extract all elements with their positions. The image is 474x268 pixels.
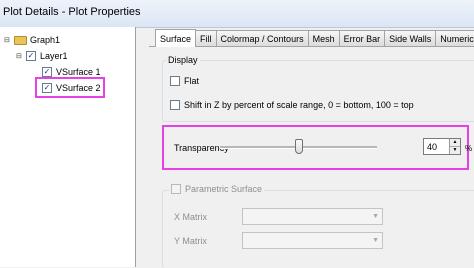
tab-bar: Surface Fill Colormap / Contours Mesh Er… [155,29,474,47]
spinner-buttons[interactable]: ▲ ▼ [449,139,460,154]
folder-icon [14,35,27,45]
spin-up-icon[interactable]: ▲ [450,139,460,147]
parametric-label: Parametric Surface [185,184,263,194]
shift-checkbox[interactable] [170,100,180,110]
shift-option[interactable]: Shift in Z by percent of scale range, 0 … [170,100,414,110]
transparency-value[interactable]: 40 [427,142,437,152]
transparency-spinner[interactable]: 40 ▲ ▼ [423,138,461,155]
window-title: Plot Details - Plot Properties [3,6,141,18]
layer-checkbox[interactable]: ✓ [26,51,36,61]
collapse-icon[interactable]: ⊟ [16,52,24,60]
y-matrix-select[interactable]: ▼ [242,232,383,249]
flat-option[interactable]: Flat [170,76,199,86]
x-matrix-select[interactable]: ▼ [242,208,383,225]
highlight-box [35,77,105,98]
x-matrix-label: X Matrix [174,212,208,222]
tab-numeric[interactable]: Numeric [435,30,474,46]
tab-error-bar[interactable]: Error Bar [338,30,386,46]
tab-side-walls[interactable]: Side Walls [384,30,437,46]
display-group-label: Display [166,55,200,65]
tree-item-graph[interactable]: ⊟ Graph1 [4,32,60,48]
tab-fill[interactable]: Fill [195,30,217,46]
collapse-icon[interactable]: ⊟ [4,36,12,44]
parametric-group [162,190,474,268]
title-bar: Plot Details - Plot Properties [0,0,474,28]
transparency-slider-thumb[interactable] [294,139,303,154]
tab-surface[interactable]: Surface [155,29,197,47]
tree-item-label: Graph1 [30,35,61,45]
display-group [162,60,474,122]
tree-item-label: Layer1 [40,51,68,61]
vsurface-1-checkbox[interactable]: ✓ [42,67,52,77]
percent-unit: % [465,144,473,153]
chevron-down-icon: ▼ [372,213,379,220]
flat-checkbox[interactable] [170,76,180,86]
shift-label: Shift in Z by percent of scale range, 0 … [184,100,414,110]
flat-label: Flat [184,76,200,86]
tree-item-label: VSurface 1 [56,67,101,77]
tab-mesh[interactable]: Mesh [307,30,340,46]
tree-item-layer[interactable]: ⊟ ✓ Layer1 [16,48,68,64]
parametric-checkbox[interactable] [171,184,181,194]
chevron-down-icon: ▼ [372,237,379,244]
spin-down-icon[interactable]: ▼ [450,147,460,154]
y-matrix-label: Y Matrix [174,236,207,246]
tab-colormap-contours[interactable]: Colormap / Contours [215,30,309,46]
parametric-option[interactable]: Parametric Surface [169,184,265,194]
plot-tree: ⊟ Graph1 ⊟ ✓ Layer1 ✓ VSurface 1 ✓ VSurf… [0,27,136,267]
